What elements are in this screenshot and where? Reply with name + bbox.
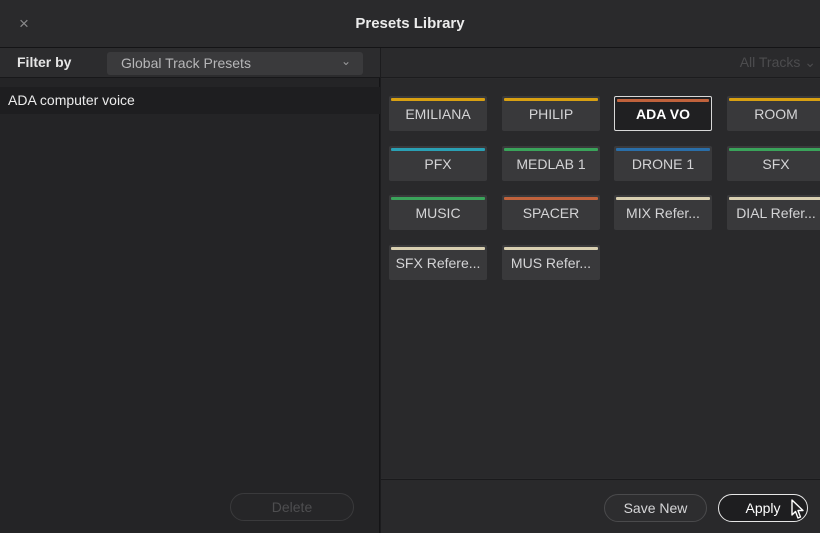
preset-chip-label: ROOM [754,106,798,122]
filter-dropdown[interactable]: Global Track Presets ⌄ [107,52,363,75]
preset-chip[interactable]: SFX [727,146,820,181]
preset-chip-label: DIAL Refer... [736,205,816,221]
preset-chip-label: ADA VO [636,106,690,122]
preset-chip-label: SPACER [522,205,580,221]
filter-row: Filter by Global Track Presets ⌄ [0,48,380,78]
preset-chip-label: MIX Refer... [626,205,700,221]
preset-chip-color-bar [617,99,709,102]
preset-chip[interactable]: MUS Refer... [502,245,600,280]
preset-chip-color-bar [616,148,710,151]
preset-chip-color-bar [504,148,598,151]
preset-chip-label: DRONE 1 [631,156,695,172]
preset-list-item-label: ADA computer voice [8,92,135,108]
preset-chip-label: PFX [424,156,452,172]
track-presets-panel: All Tracks ⌄ EMILIANA PHILIP ADA VO ROOM PFX… [381,48,820,533]
window-title: Presets Library [355,15,465,32]
preset-chip-label: SFX [762,156,790,172]
preset-chip-color-bar [391,247,485,250]
preset-chip[interactable]: DIAL Refer... [727,195,820,230]
chevron-down-icon: ⌄ [340,54,351,68]
chevron-down-icon: ⌄ [804,54,816,70]
title-bar: × Presets Library [0,0,820,48]
preset-chip[interactable]: SPACER [502,195,600,230]
filter-label: Filter by [17,54,72,70]
preset-chip[interactable]: DRONE 1 [614,146,712,181]
preset-chip-color-bar [729,98,820,101]
preset-chip[interactable]: EMILIANA [389,96,487,131]
preset-chip-color-bar [504,197,598,200]
preset-chip[interactable]: MEDLAB 1 [502,146,600,181]
tracks-header: All Tracks ⌄ [381,48,820,78]
preset-chip-color-bar [391,197,485,200]
preset-chip-label: MUSIC [415,205,461,221]
tracks-filter-value: All Tracks [739,54,801,70]
preset-chip-label: SFX Refere... [395,255,481,271]
preset-chip-color-bar [616,197,710,200]
preset-chip-label: PHILIP [528,106,574,122]
delete-button[interactable]: Delete [230,493,354,521]
preset-chip-label: EMILIANA [405,106,471,122]
preset-chip-color-bar [729,197,820,200]
preset-chip-color-bar [391,98,485,101]
preset-chip[interactable]: PFX [389,146,487,181]
preset-chip[interactable]: MIX Refer... [614,195,712,230]
preset-list-item[interactable]: ADA computer voice [0,87,380,114]
save-new-button[interactable]: Save New [604,494,707,522]
preset-chip-color-bar [504,98,598,101]
preset-chip[interactable]: SFX Refere... [389,245,487,280]
preset-chip-label: MUS Refer... [510,255,592,271]
filter-dropdown-value: Global Track Presets [121,55,251,71]
preset-chip[interactable]: PHILIP [502,96,600,131]
mouse-pointer-icon [791,499,804,519]
preset-chip-grid: EMILIANA PHILIP ADA VO ROOM PFX MEDLAB 1 DRONE… [381,79,820,478]
preset-chip-color-bar [391,148,485,151]
presets-list-panel: Filter by Global Track Presets ⌄ ADA com… [0,48,380,533]
preset-chip[interactable]: ADA VO [614,96,712,131]
preset-chip-color-bar [504,247,598,250]
bottom-action-bar: Save New Apply [381,479,820,533]
preset-chip-label: MEDLAB 1 [516,156,586,172]
preset-chip[interactable]: MUSIC [389,195,487,230]
tracks-filter-dropdown[interactable]: All Tracks ⌄ [740,54,816,71]
preset-chip[interactable]: ROOM [727,96,820,131]
preset-chip-color-bar [729,148,820,151]
